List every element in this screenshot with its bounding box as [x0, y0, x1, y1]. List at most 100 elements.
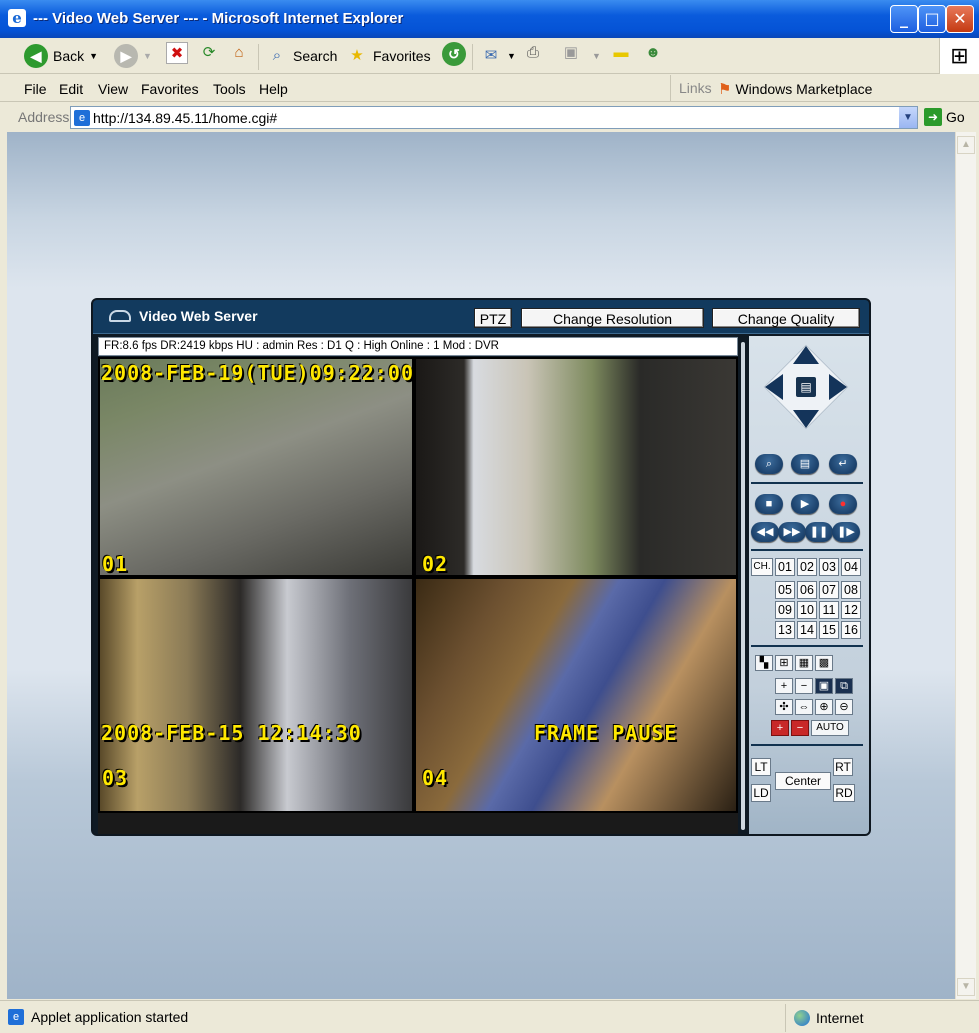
dpad-up-icon[interactable] — [793, 346, 819, 364]
go-button[interactable]: ➜ Go — [924, 108, 965, 126]
camera-label: 01 — [102, 552, 129, 575]
channel-button[interactable]: 10 — [797, 601, 817, 619]
channel-button[interactable]: 12 — [841, 601, 861, 619]
zoom-minus-icon[interactable]: − — [795, 678, 813, 694]
layout-16-icon[interactable]: ▩ — [815, 655, 833, 671]
ptz-center-button[interactable]: Center — [775, 772, 831, 790]
menu-edit[interactable]: Edit — [59, 81, 83, 97]
edit-icon[interactable]: ▣ — [560, 42, 582, 64]
search-button[interactable]: ⌕ Search — [266, 42, 338, 70]
auto-button[interactable]: AUTO — [811, 720, 849, 736]
address-label: Address — [18, 109, 70, 125]
menu-help[interactable]: Help — [259, 81, 288, 97]
enter-icon[interactable]: ↵ — [829, 454, 857, 474]
scroll-down-icon[interactable]: ▼ — [957, 978, 975, 996]
dpad-left-icon[interactable] — [765, 374, 783, 400]
change-resolution-button[interactable]: Change Resolution — [521, 308, 704, 328]
camera-view-01[interactable]: 01 — [100, 359, 412, 575]
focus-near-icon[interactable]: ✣ — [775, 699, 793, 715]
channel-button[interactable]: 02 — [797, 558, 817, 576]
ptz-ld-button[interactable]: LD — [751, 784, 771, 802]
channel-button[interactable]: 14 — [797, 621, 817, 639]
fullscreen-icon[interactable]: ▣ — [815, 678, 833, 694]
ptz-rd-button[interactable]: RD — [833, 784, 855, 802]
add-red-icon[interactable]: + — [771, 720, 789, 736]
menu-file[interactable]: File — [24, 81, 47, 97]
layout-1-icon[interactable]: ▚ — [755, 655, 773, 671]
edit-dropdown-icon[interactable]: ▼ — [592, 42, 601, 70]
search-icon[interactable]: ⌕ — [755, 454, 783, 474]
panel-separator — [751, 482, 863, 484]
channel-button[interactable]: 04 — [841, 558, 861, 576]
ch-button[interactable]: CH. — [751, 558, 773, 576]
change-quality-button[interactable]: Change Quality — [712, 308, 860, 328]
menu-favorites[interactable]: Favorites — [141, 81, 199, 97]
refresh-icon[interactable]: ⟳ — [198, 42, 220, 64]
dpad-down-icon[interactable] — [793, 410, 819, 428]
forward-button[interactable]: ▶ ▼ — [114, 42, 152, 70]
channel-button[interactable]: 15 — [819, 621, 839, 639]
stop-icon[interactable]: ✖ — [166, 42, 188, 64]
camera-view-04[interactable]: 04 — [416, 579, 736, 811]
rewind-icon[interactable]: ◀◀ — [751, 522, 779, 542]
remove-red-icon[interactable]: − — [791, 720, 809, 736]
ptz-button[interactable]: PTZ — [474, 308, 512, 328]
focus-far-icon[interactable]: ⇔ — [795, 699, 813, 715]
zoom-out-icon[interactable]: ⊖ — [835, 699, 853, 715]
print-icon[interactable]: ⎙ — [522, 42, 544, 64]
channel-button[interactable]: 16 — [841, 621, 861, 639]
pause-icon[interactable]: ❚❚ — [805, 522, 833, 542]
record-icon[interactable]: ● — [829, 494, 857, 514]
back-dropdown-icon[interactable]: ▼ — [89, 51, 98, 61]
home-icon[interactable]: ⌂ — [228, 42, 250, 64]
camera-view-02[interactable]: 02 — [416, 359, 736, 575]
channel-button[interactable]: 03 — [819, 558, 839, 576]
links-label[interactable]: Links — [670, 75, 712, 102]
ptz-lt-button[interactable]: LT — [751, 758, 771, 776]
maximize-button[interactable]: □ — [918, 5, 946, 33]
history-icon[interactable]: ↺ — [442, 42, 466, 66]
step-icon[interactable]: ❚▶ — [832, 522, 860, 542]
messenger-icon[interactable]: ☻ — [642, 42, 664, 64]
discuss-icon[interactable]: ▬ — [610, 42, 632, 64]
window-icon[interactable]: ⧉ — [835, 678, 853, 694]
zoom-plus-icon[interactable]: + — [775, 678, 793, 694]
ptz-dpad[interactable]: ▤ — [763, 344, 849, 430]
address-dropdown-icon[interactable]: ▼ — [899, 107, 917, 128]
fast-forward-icon[interactable]: ▶▶ — [778, 522, 806, 542]
scroll-up-icon[interactable]: ▲ — [957, 136, 975, 154]
menu-tools[interactable]: Tools — [213, 81, 246, 97]
dpad-right-icon[interactable] — [829, 374, 847, 400]
close-button[interactable]: ✕ — [946, 5, 974, 33]
stop-icon[interactable]: ■ — [755, 494, 783, 514]
address-input[interactable]: e http://134.89.45.11/home.cgi# ▼ — [70, 106, 918, 129]
menu-view[interactable]: View — [98, 81, 128, 97]
video-grid[interactable]: 01 02 03 04 2008-FEB-19(TUE)09:22:00 200… — [98, 357, 738, 813]
channel-button[interactable]: 11 — [819, 601, 839, 619]
mail-button[interactable]: ✉ ▼ — [480, 42, 516, 70]
back-button[interactable]: ◀ Back ▼ — [24, 42, 98, 70]
dpad-menu-icon[interactable]: ▤ — [796, 377, 816, 397]
channel-button[interactable]: 09 — [775, 601, 795, 619]
vertical-scrollbar[interactable]: ▲ ▼ — [955, 132, 976, 999]
play-icon[interactable]: ▶ — [791, 494, 819, 514]
layout-4-icon[interactable]: ⊞ — [775, 655, 793, 671]
log-icon[interactable]: ▤ — [791, 454, 819, 474]
channel-button[interactable]: 05 — [775, 581, 795, 599]
channel-button[interactable]: 06 — [797, 581, 817, 599]
forward-dropdown-icon: ▼ — [143, 51, 152, 61]
address-url[interactable]: http://134.89.45.11/home.cgi# — [93, 110, 277, 126]
channel-button[interactable]: 01 — [775, 558, 795, 576]
links-windows-marketplace[interactable]: ⚑ Windows Marketplace — [718, 80, 872, 98]
minimize-button[interactable]: _ — [890, 5, 918, 33]
channel-button[interactable]: 08 — [841, 581, 861, 599]
page-icon: e — [8, 1009, 24, 1025]
channel-button[interactable]: 13 — [775, 621, 795, 639]
layout-9-icon[interactable]: ▦ — [795, 655, 813, 671]
ie-logo-icon: e — [8, 9, 26, 27]
ptz-rt-button[interactable]: RT — [833, 758, 853, 776]
zoom-in-icon[interactable]: ⊕ — [815, 699, 833, 715]
favorites-button[interactable]: ★ Favorites — [346, 42, 430, 70]
channel-button[interactable]: 07 — [819, 581, 839, 599]
camera-view-03[interactable]: 03 — [100, 579, 412, 811]
